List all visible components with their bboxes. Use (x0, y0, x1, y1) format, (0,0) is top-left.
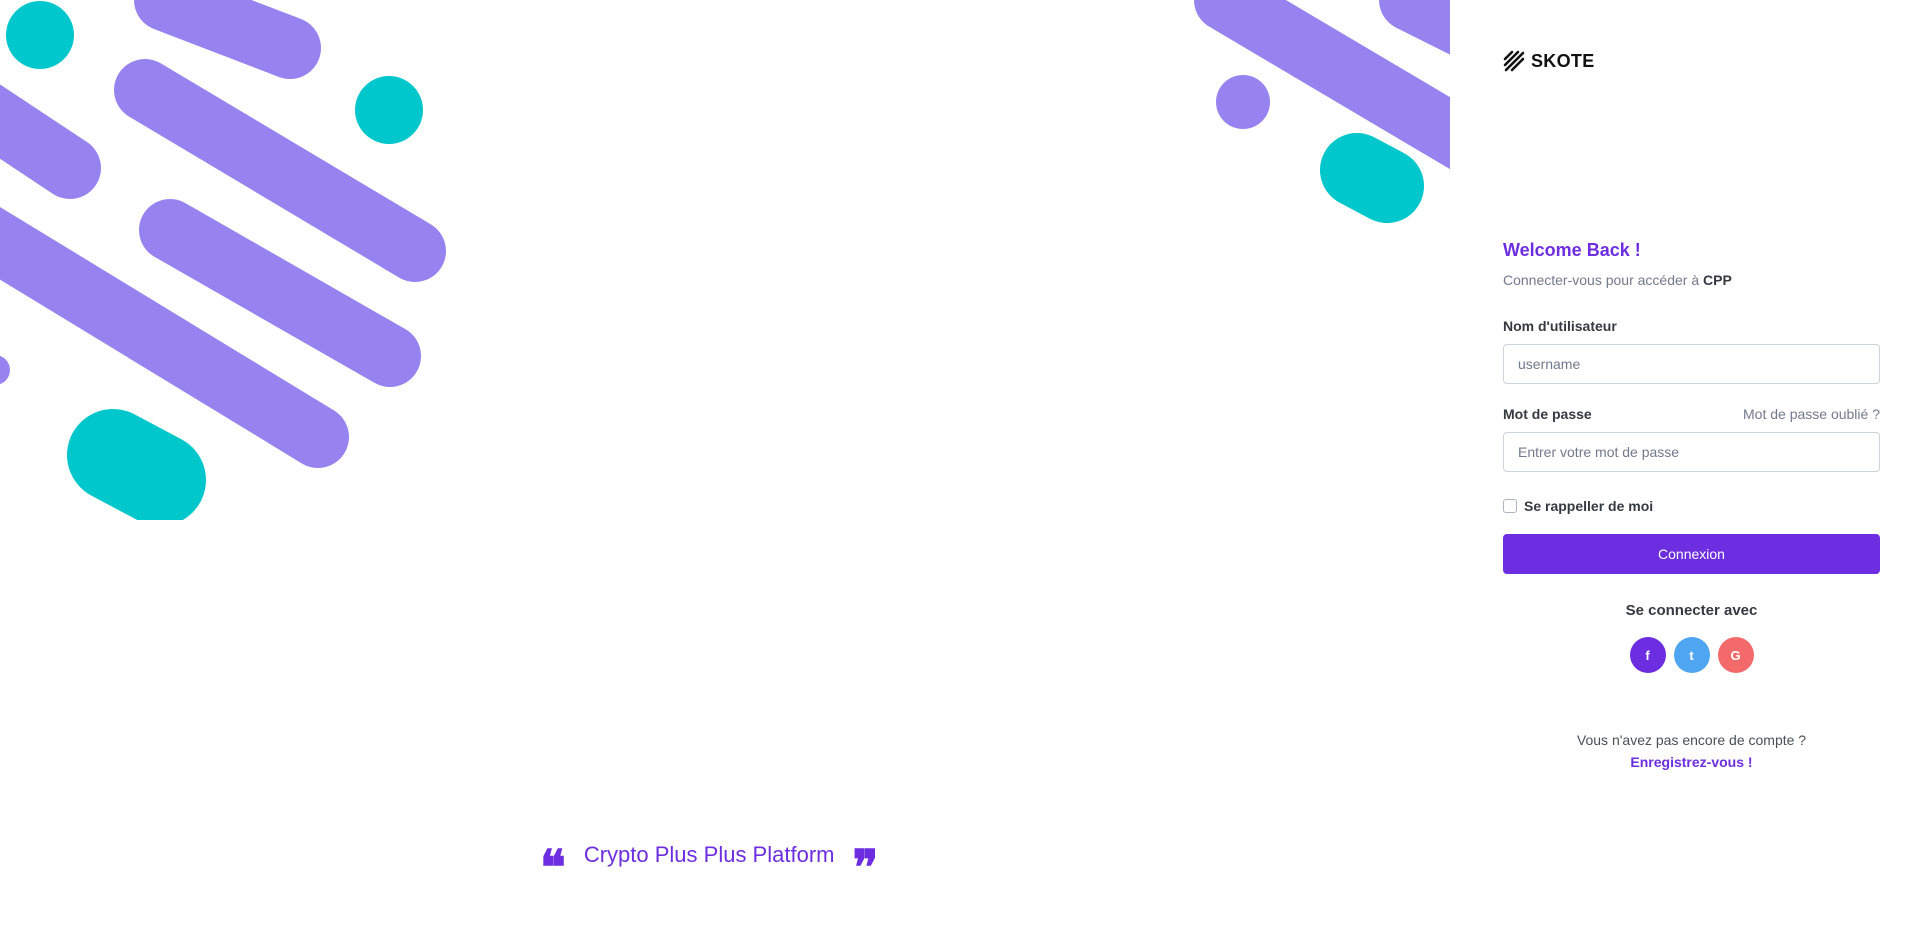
password-input[interactable] (1503, 432, 1880, 472)
twitter-login-button[interactable]: t (1673, 637, 1710, 673)
password-label-row: Mot de passe Mot de passe oublié ? (1503, 406, 1880, 422)
social-login-title: Se connecter avec (1625, 602, 1758, 619)
hero-background: ❝ Crypto Plus Plus Platform ❞ (0, 0, 1450, 948)
login-form: Welcome Back ! Connecter-vous pour accéd… (1503, 240, 1880, 773)
quote-left-icon: ❝ (540, 840, 566, 896)
brand-logo[interactable]: SKOTE (1503, 50, 1595, 72)
password-label: Mot de passe (1503, 406, 1592, 422)
quote-right-icon: ❞ (852, 840, 879, 896)
tagline-text: Crypto Plus Plus Platform (583, 842, 835, 867)
social-login-buttons: f t G (1503, 637, 1880, 673)
remember-me[interactable]: Se rappeller de moi (1503, 498, 1880, 514)
facebook-icon: f (1645, 647, 1650, 663)
forgot-password-link[interactable]: Mot de passe oublié ? (1743, 406, 1880, 422)
password-field-group: Mot de passe Mot de passe oublié ? (1503, 406, 1880, 472)
remember-label[interactable]: Se rappeller de moi (1524, 498, 1653, 514)
welcome-title: Welcome Back ! (1503, 240, 1641, 260)
register-link[interactable]: Enregistrez-vous ! (1630, 754, 1752, 770)
welcome-subtitle: Connecter-vous pour accéder à CPP (1503, 272, 1880, 288)
tagline-quote: ❝ Crypto Plus Plus Platform ❞ (540, 838, 878, 892)
auth-panel: SKOTE Welcome Back ! Connecter-vous pour… (1450, 0, 1920, 948)
username-label: Nom d'utilisateur (1503, 318, 1617, 334)
signup-prompt: Vous n'avez pas encore de compte ? (1576, 732, 1807, 748)
google-login-button[interactable]: G (1717, 637, 1754, 673)
logo-text: SKOTE (1531, 50, 1595, 71)
google-icon: G (1730, 647, 1741, 663)
remember-checkbox[interactable] (1503, 499, 1517, 513)
signup-section: Vous n'avez pas encore de compte ? Enreg… (1503, 729, 1880, 773)
login-button[interactable]: Connexion (1503, 534, 1880, 574)
login-page: ❝ Crypto Plus Plus Platform ❞ SKOTE Welc… (0, 0, 1920, 948)
twitter-icon: t (1689, 647, 1694, 663)
username-field-group: Nom d'utilisateur (1503, 318, 1880, 384)
subtitle-brand: CPP (1703, 272, 1732, 288)
logo-icon (1503, 50, 1525, 72)
subtitle-text: Connecter-vous pour accéder à (1503, 272, 1703, 288)
facebook-login-button[interactable]: f (1629, 637, 1666, 673)
decorative-shapes (0, 0, 1450, 520)
username-input[interactable] (1503, 344, 1880, 384)
